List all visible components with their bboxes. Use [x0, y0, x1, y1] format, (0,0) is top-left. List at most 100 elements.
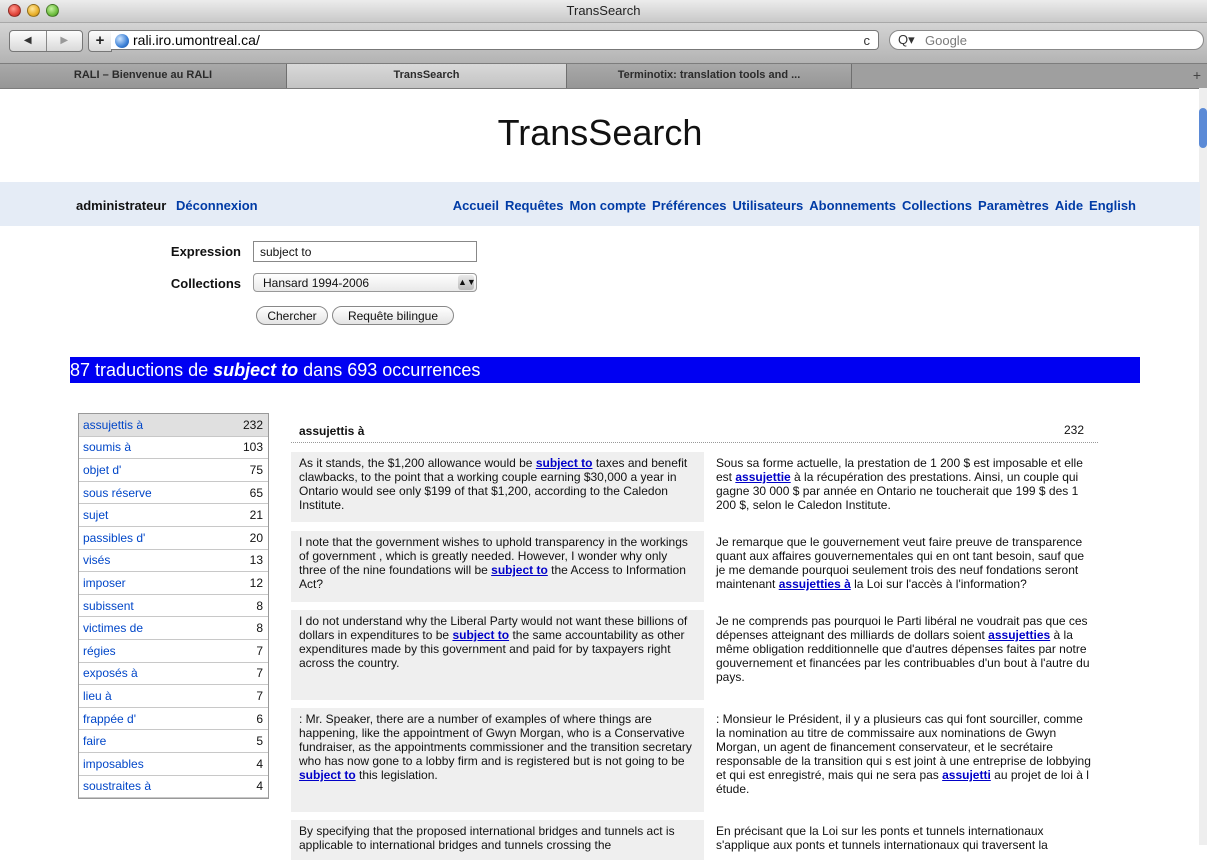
list-item[interactable]: faire 5	[79, 730, 268, 753]
menu-parametres[interactable]: Paramètres	[978, 198, 1049, 213]
list-item[interactable]: objet d' 75	[79, 459, 268, 482]
tab-label: RALI – Bienvenue au RALI	[73, 69, 213, 81]
search-icon: Q▾	[898, 32, 915, 47]
translation-term[interactable]: lieu à	[83, 689, 112, 703]
expression-input[interactable]: subject to	[253, 241, 477, 262]
menu-collections[interactable]: Collections	[902, 198, 972, 213]
translation-term[interactable]: frappée d'	[83, 712, 136, 726]
highlight-link[interactable]: subject to	[491, 563, 548, 577]
translation-frequency: 232	[242, 417, 263, 432]
collections-label: Collections	[170, 276, 241, 291]
translation-term[interactable]: visés	[83, 553, 110, 567]
list-item[interactable]: subissent 8	[79, 595, 268, 618]
translation-frequency: 21	[249, 508, 263, 523]
highlight-link[interactable]: assujetti	[942, 768, 991, 782]
list-item[interactable]: frappée d' 6	[79, 708, 268, 731]
french-sentence: Je remarque que le gouvernement veut fai…	[708, 531, 1103, 595]
sentence-text: : Mr. Speaker, there are a number of exa…	[299, 712, 692, 768]
window-titlebar: TransSearch	[0, 0, 1207, 23]
highlight-link[interactable]: assujettie	[735, 470, 790, 484]
translation-frequency: 4	[256, 779, 263, 794]
french-sentence: Sous sa forme actuelle, la prestation de…	[708, 452, 1103, 516]
menu-aide[interactable]: Aide	[1055, 198, 1083, 213]
highlight-link[interactable]: subject to	[536, 456, 593, 470]
translation-term[interactable]: assujettis à	[83, 418, 143, 432]
translation-term[interactable]: passibles d'	[83, 531, 145, 545]
back-button[interactable]: ◀	[10, 31, 46, 51]
globe-icon	[115, 34, 129, 48]
detail-header: assujettis à 232	[291, 420, 1098, 443]
list-item[interactable]: régies 7	[79, 640, 268, 663]
list-item[interactable]: exposés à 7	[79, 663, 268, 686]
menu-mon-compte[interactable]: Mon compte	[569, 198, 646, 213]
list-item[interactable]: soustraites à 4	[79, 776, 268, 799]
english-sentence: By specifying that the proposed internat…	[291, 820, 704, 860]
menu-abonnements[interactable]: Abonnements	[809, 198, 896, 213]
translation-frequency: 8	[256, 621, 263, 636]
search-button[interactable]: Chercher	[256, 306, 328, 325]
translation-term[interactable]: imposer	[83, 576, 126, 590]
bilingual-query-button[interactable]: Requête bilingue	[332, 306, 454, 325]
translation-term[interactable]: objet d'	[83, 463, 121, 477]
detail-term: assujettis à	[299, 424, 365, 438]
reload-button[interactable]: c	[864, 33, 871, 48]
translation-term[interactable]: exposés à	[83, 666, 138, 680]
scrollbar-thumb[interactable]	[1199, 108, 1207, 148]
highlight-link[interactable]: subject to	[299, 768, 356, 782]
menu-accueil[interactable]: Accueil	[453, 198, 499, 213]
menu-utilisateurs[interactable]: Utilisateurs	[732, 198, 803, 213]
tab-rali[interactable]: RALI – Bienvenue au RALI	[0, 64, 287, 88]
browser-search-field[interactable]: Q▾ Google	[889, 30, 1204, 50]
tab-transsearch[interactable]: TransSearch	[287, 64, 567, 88]
translation-term[interactable]: soumis à	[83, 440, 131, 454]
list-item[interactable]: passibles d' 20	[79, 527, 268, 550]
menu-preferences[interactable]: Préférences	[652, 198, 726, 213]
highlight-link[interactable]: assujetties à	[779, 577, 851, 591]
list-item[interactable]: victimes de 8	[79, 617, 268, 640]
occurrence-count: 693	[347, 360, 378, 380]
translation-term[interactable]: victimes de	[83, 621, 143, 635]
query-term: subject to	[213, 360, 299, 380]
address-bar[interactable]: rali.iro.umontreal.ca/ c	[111, 30, 879, 50]
logout-link[interactable]: Déconnexion	[176, 198, 258, 213]
tab-terminotix[interactable]: Terminotix: translation tools and ...	[567, 64, 852, 88]
url-text[interactable]: rali.iro.umontreal.ca/	[133, 32, 260, 48]
translation-term[interactable]: faire	[83, 734, 106, 748]
list-item[interactable]: lieu à 7	[79, 685, 268, 708]
translation-frequency: 4	[256, 756, 263, 771]
translation-frequency: 5	[256, 734, 263, 749]
list-item[interactable]: sous réserve 65	[79, 482, 268, 505]
translation-term[interactable]: soustraites à	[83, 779, 151, 793]
list-item[interactable]: visés 13	[79, 550, 268, 573]
translation-frequency: 75	[249, 462, 263, 477]
summary-text: occurrences	[382, 360, 481, 380]
add-bookmark-button[interactable]: +	[88, 30, 112, 52]
collections-select[interactable]: Hansard 1994-2006 ▲▼	[253, 273, 477, 292]
list-item[interactable]: imposer 12	[79, 572, 268, 595]
translation-frequency: 7	[256, 666, 263, 681]
highlight-link[interactable]: assujetties	[988, 628, 1050, 642]
page-scrollbar[interactable]	[1199, 88, 1207, 845]
translation-term[interactable]: subissent	[83, 599, 134, 613]
new-tab-button[interactable]: +	[1187, 64, 1207, 88]
highlight-link[interactable]: subject to	[452, 628, 509, 642]
page-title: TransSearch	[497, 112, 703, 153]
forward-button[interactable]: ▶	[45, 31, 83, 51]
list-item[interactable]: imposables 4	[79, 753, 268, 776]
translation-term[interactable]: imposables	[83, 757, 144, 771]
english-sentence: As it stands, the $1,200 allowance would…	[291, 452, 704, 522]
french-sentence: : Monsieur le Président, il y a plusieur…	[708, 708, 1103, 800]
list-item[interactable]: sujet 21	[79, 504, 268, 527]
list-item[interactable]: soumis à 103	[79, 437, 268, 460]
translation-frequency: 6	[256, 711, 263, 726]
translation-term[interactable]: sous réserve	[83, 486, 152, 500]
menu-english[interactable]: English	[1089, 198, 1136, 213]
translation-term[interactable]: régies	[83, 644, 116, 658]
menu-requetes[interactable]: Requêtes	[505, 198, 564, 213]
sentence-text: As it stands, the $1,200 allowance would…	[299, 456, 536, 470]
translation-frequency: 13	[249, 553, 263, 568]
list-item[interactable]: assujettis à 232	[79, 414, 268, 437]
result-summary: 87 traductions de subject to dans 693 oc…	[70, 357, 1140, 383]
translation-term[interactable]: sujet	[83, 508, 108, 522]
translation-frequency: 20	[249, 530, 263, 545]
